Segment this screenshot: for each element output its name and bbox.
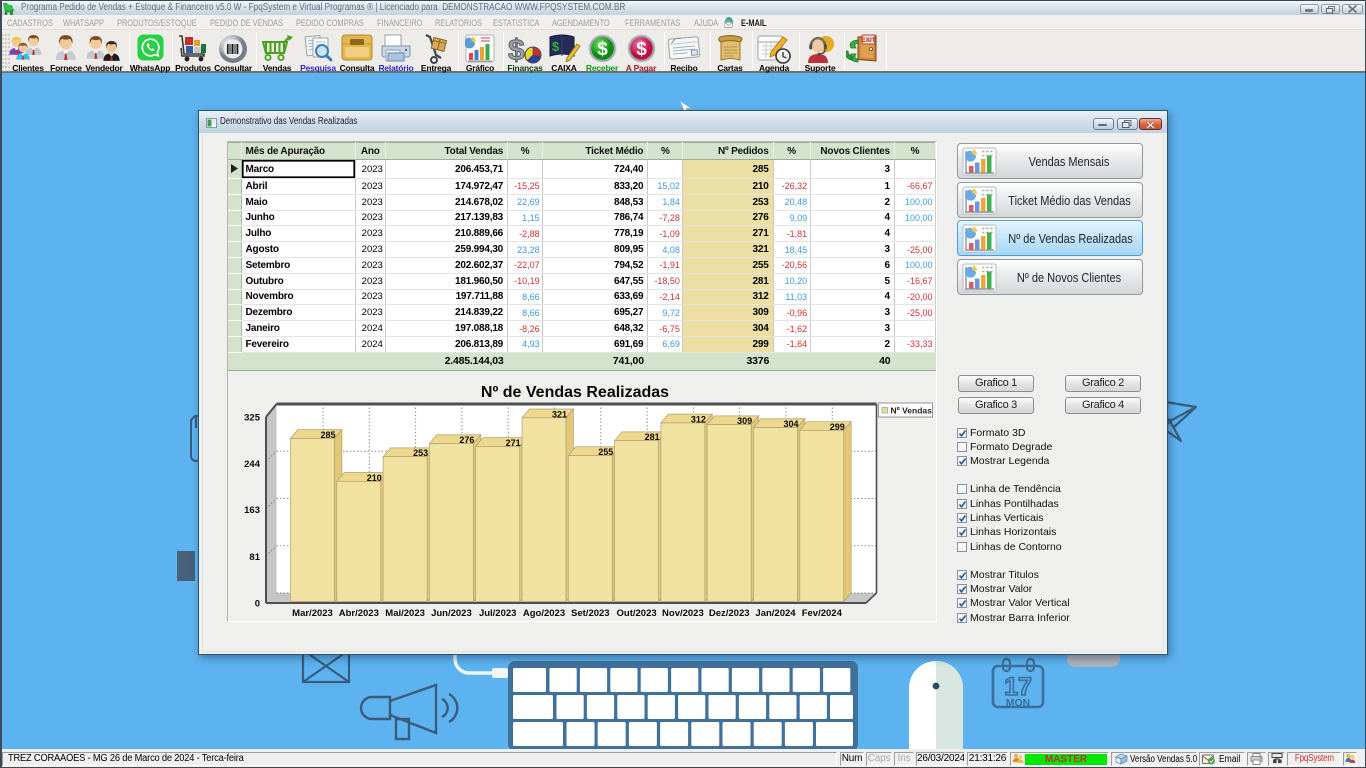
svg-text:Out/2023: Out/2023 (617, 608, 657, 619)
svg-text:Jul/2023: Jul/2023 (479, 608, 517, 619)
svg-text:Jun/2023: Jun/2023 (431, 608, 472, 619)
svg-text:276: 276 (459, 435, 474, 445)
svg-text:Mar/2023: Mar/2023 (292, 608, 333, 619)
svg-text:MON: MON (1006, 697, 1031, 709)
svg-text:163: 163 (244, 505, 260, 516)
svg-text:299: 299 (830, 422, 845, 432)
svg-text:Abr/2023: Abr/2023 (339, 608, 379, 619)
svg-text:$: $ (552, 39, 560, 54)
svg-text:Dez/2023: Dez/2023 (709, 608, 750, 619)
svg-text:Ago/2023: Ago/2023 (523, 608, 565, 619)
svg-text:255: 255 (598, 447, 613, 457)
svg-text:$: $ (597, 39, 608, 60)
svg-text:312: 312 (691, 414, 706, 424)
svg-text:Nº Vendas: Nº Vendas (891, 406, 933, 416)
svg-text:271: 271 (506, 438, 521, 448)
svg-text:81: 81 (249, 552, 260, 563)
svg-text:Nº de Vendas Realizadas: Nº de Vendas Realizadas (481, 384, 669, 401)
svg-text:304: 304 (783, 419, 798, 429)
svg-text:Set/2023: Set/2023 (571, 608, 610, 619)
svg-text:$: $ (508, 34, 525, 64)
svg-text:Jan/2024: Jan/2024 (755, 608, 796, 619)
svg-text:Mai/2023: Mai/2023 (385, 608, 425, 619)
svg-text:281: 281 (645, 432, 660, 442)
svg-text:309: 309 (737, 416, 752, 426)
svg-text:244: 244 (244, 459, 261, 470)
svg-text:285: 285 (320, 430, 335, 440)
svg-text:$: $ (636, 39, 647, 60)
svg-text:0: 0 (255, 599, 260, 610)
svg-text:Fev/2024: Fev/2024 (802, 608, 843, 619)
svg-text:321: 321 (552, 409, 567, 419)
svg-text:253: 253 (413, 448, 428, 458)
svg-text:EXIT: EXIT (861, 37, 875, 44)
svg-text:325: 325 (244, 413, 261, 424)
svg-text:Nov/2023: Nov/2023 (662, 608, 704, 619)
svg-text:210: 210 (367, 473, 382, 483)
